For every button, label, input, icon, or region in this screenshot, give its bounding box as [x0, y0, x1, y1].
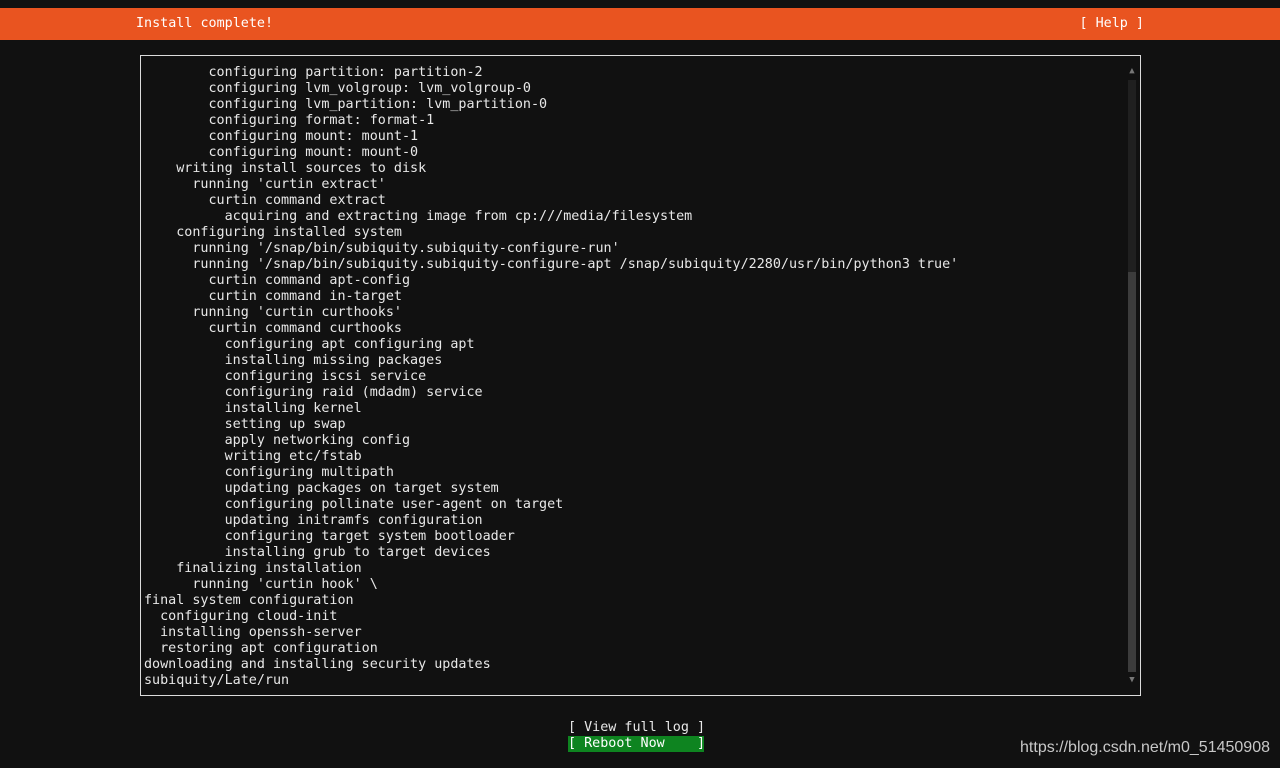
- log-line: curtin command curthooks: [144, 321, 402, 336]
- log-line: configuring installed system: [144, 225, 402, 240]
- log-line: configuring apt configuring apt: [144, 337, 475, 352]
- log-line: apply networking config: [144, 433, 411, 448]
- log-line: configuring target system bootloader: [144, 529, 515, 544]
- log-line: configuring multipath: [144, 465, 394, 480]
- watermark-text: https://blog.csdn.net/m0_51450908: [1020, 739, 1270, 756]
- log-line: updating packages on target system: [144, 481, 499, 496]
- log-line: configuring format: format-1: [144, 113, 435, 128]
- log-line: acquiring and extracting image from cp:/…: [144, 209, 693, 224]
- install-log-panel[interactable]: configuring partition: partition-2 confi…: [140, 55, 1141, 696]
- log-line: running 'curtin curthooks': [144, 305, 402, 320]
- log-line: subiquity/Late/run: [144, 673, 290, 688]
- log-line: curtin command extract: [144, 193, 386, 208]
- log-line: configuring raid (mdadm) service: [144, 385, 483, 400]
- page-title: Install complete!: [136, 16, 274, 31]
- log-line: configuring pollinate user-agent on targ…: [144, 497, 564, 512]
- log-line: configuring mount: mount-1: [144, 129, 419, 144]
- log-line: installing grub to target devices: [144, 545, 491, 560]
- log-line: running 'curtin extract': [144, 177, 386, 192]
- log-line: finalizing installation: [144, 561, 362, 576]
- view-full-log-button[interactable]: [ View full log ]: [568, 720, 705, 736]
- log-line: updating initramfs configuration: [144, 513, 483, 528]
- log-line: configuring lvm_volgroup: lvm_volgroup-0: [144, 81, 531, 96]
- scrollbar-thumb[interactable]: [1128, 272, 1136, 672]
- log-line: running '/snap/bin/subiquity.subiquity-c…: [144, 241, 620, 256]
- log-line: curtin command apt-config: [144, 273, 411, 288]
- log-line: installing kernel: [144, 401, 362, 416]
- log-line: configuring cloud-init: [144, 609, 338, 624]
- reboot-now-button[interactable]: [ Reboot Now ]: [568, 736, 705, 752]
- log-line: installing openssh-server: [144, 625, 362, 640]
- log-line: writing install sources to disk: [144, 161, 427, 176]
- log-line: final system configuration: [144, 593, 354, 608]
- log-line: running 'curtin hook' \: [144, 577, 378, 592]
- log-list: configuring partition: partition-2 confi…: [144, 65, 958, 689]
- header-bar: Install complete! [ Help ]: [0, 8, 1280, 40]
- log-line: restoring apt configuration: [144, 641, 378, 656]
- log-line: downloading and installing security upda…: [144, 657, 491, 672]
- log-line: installing missing packages: [144, 353, 443, 368]
- log-line: configuring mount: mount-0: [144, 145, 419, 160]
- scroll-down-arrow-icon[interactable]: ▼: [1127, 675, 1137, 685]
- log-line: curtin command in-target: [144, 289, 402, 304]
- log-line: configuring partition: partition-2: [144, 65, 483, 80]
- help-button[interactable]: [ Help ]: [1080, 16, 1145, 32]
- scroll-up-arrow-icon[interactable]: ▲: [1127, 66, 1137, 76]
- log-line: configuring lvm_partition: lvm_partition…: [144, 97, 548, 112]
- log-line: writing etc/fstab: [144, 449, 362, 464]
- installer-screen: Install complete! [ Help ] configuring p…: [0, 0, 1280, 768]
- scrollbar-track[interactable]: [1128, 80, 1136, 672]
- log-line: running '/snap/bin/subiquity.subiquity-c…: [144, 257, 959, 272]
- log-line: configuring iscsi service: [144, 369, 427, 384]
- log-line: setting up swap: [144, 417, 346, 432]
